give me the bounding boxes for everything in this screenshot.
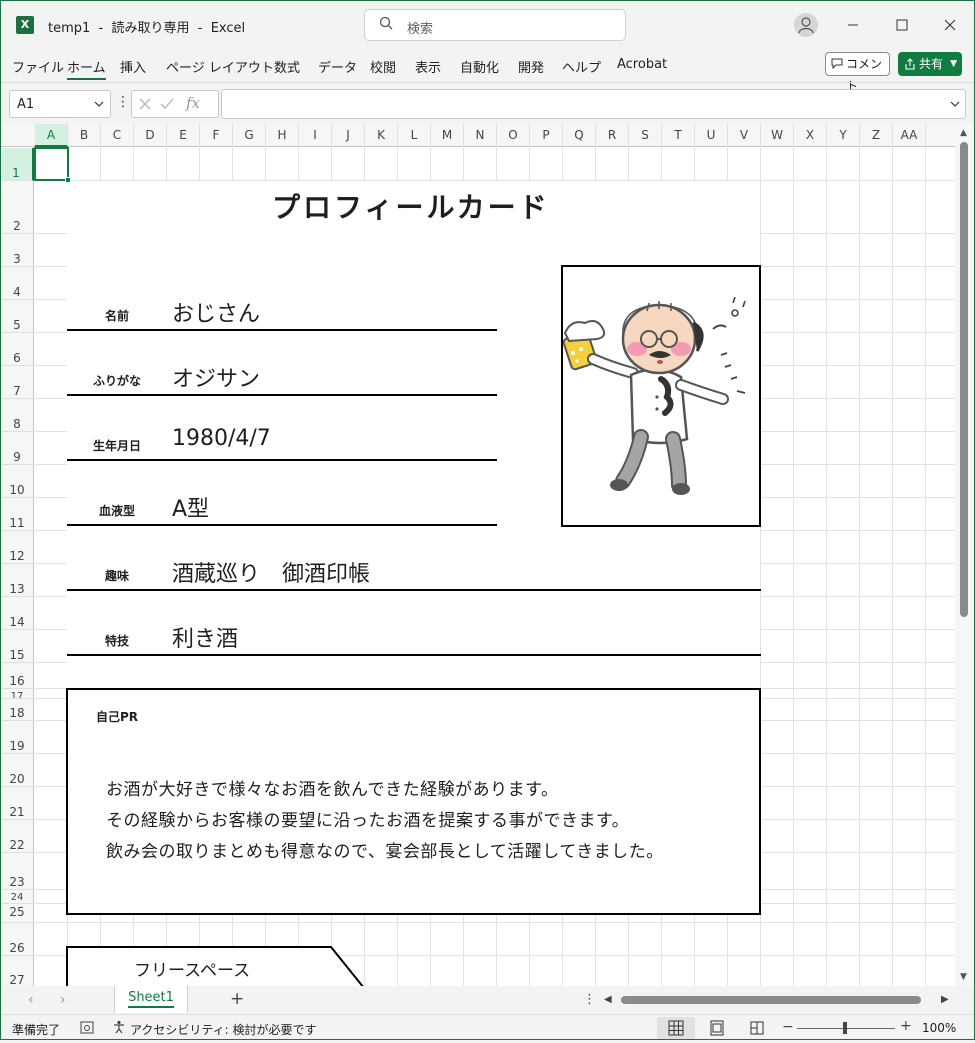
- scroll-right-icon[interactable]: ▶: [941, 994, 949, 1005]
- zoom-slider-thumb[interactable]: [843, 1022, 847, 1034]
- sheet-tab-sheet1[interactable]: Sheet1: [114, 986, 188, 1013]
- zoom-in-button[interactable]: +: [900, 1018, 912, 1034]
- tab-automate[interactable]: 自動化: [460, 57, 499, 76]
- self-pr-box: 自己PR お酒が大好きで様々なお酒を飲んできた経験があります。 その経験からお客…: [66, 688, 761, 915]
- tab-file[interactable]: ファイル: [12, 57, 64, 76]
- search-icon: [379, 16, 393, 30]
- minimize-button[interactable]: [838, 10, 868, 40]
- window-title: temp1 - 読み取り専用 - Excel: [48, 21, 246, 36]
- label-hobby: 趣味: [104, 569, 129, 583]
- page-layout-view-icon[interactable]: [709, 1020, 725, 1036]
- search-placeholder: 検索: [407, 22, 434, 37]
- free-space-label: フリースペース: [134, 961, 251, 981]
- value-furigana: オジサン: [172, 367, 261, 392]
- worksheet-grid[interactable]: A B C D E F G H I J K L M N O P Q R S T U V W X Y Z AA 1 2 3 4 5 6 7 8 9 10…: [0, 124, 975, 986]
- value-name: おじさん: [172, 302, 261, 327]
- title-bar: X temp1 - 読み取り専用 - Excel 検索: [0, 0, 975, 50]
- self-pr-text: お酒が大好きで様々なお酒を飲んできた経験があります。 その経験からお客様の要望に…: [106, 775, 664, 868]
- chevron-down-icon: ▼: [950, 59, 957, 69]
- underline: [67, 394, 497, 396]
- pr-line: お酒が大好きで様々なお酒を飲んできた経験があります。: [106, 780, 559, 800]
- expand-formula-icon[interactable]: [950, 99, 960, 109]
- underline: [67, 329, 497, 331]
- formula-tools: fx: [131, 90, 219, 118]
- pr-line: その経験からお客様の要望に沿ったお酒を提案する事ができます。: [106, 811, 630, 831]
- drunk-man-illustration: [562, 296, 746, 495]
- close-button[interactable]: [935, 10, 965, 40]
- name-box[interactable]: A1: [9, 90, 111, 118]
- tab-page-layout[interactable]: ページ レイアウト: [166, 57, 274, 76]
- sheet-tab-bar: ‹ › Sheet1 + ⋮ ◀ ▶: [0, 986, 975, 1014]
- value-birthdate: 1980/4/7: [172, 426, 271, 451]
- zoom-level[interactable]: 100%: [922, 1021, 956, 1035]
- chevron-left-icon[interactable]: ‹: [28, 992, 34, 1008]
- value-blood-type: A型: [172, 497, 210, 522]
- label-name: 名前: [104, 309, 129, 323]
- maximize-button[interactable]: [887, 10, 917, 40]
- profile-card: プロフィールカード 名前 おじさん ふりがな オジサン 生年月日 1980/4/…: [0, 124, 975, 986]
- chevron-right-icon[interactable]: ›: [60, 992, 66, 1008]
- value-hobby: 酒蔵巡り 御酒印帳: [172, 562, 371, 587]
- name-box-value: A1: [17, 97, 35, 112]
- accessibility-icon[interactable]: [112, 1020, 126, 1034]
- tab-insert[interactable]: 挿入: [120, 57, 146, 76]
- status-bar: 準備完了 アクセシビリティ: 検討が必要です − + 100%: [0, 1014, 975, 1040]
- card-title: プロフィールカード: [272, 191, 550, 224]
- label-skill: 特技: [104, 634, 129, 648]
- account-avatar-icon[interactable]: [794, 13, 818, 37]
- horizontal-scroll-thumb[interactable]: [621, 996, 921, 1004]
- fill-handle[interactable]: [65, 177, 71, 183]
- scroll-up-icon[interactable]: ▲: [960, 128, 967, 138]
- self-pr-label: 自己PR: [96, 710, 139, 724]
- insert-function-icon[interactable]: fx: [186, 94, 200, 112]
- tab-formulas[interactable]: 数式: [274, 57, 300, 76]
- ribbon-divider: [0, 82, 975, 83]
- label-blood-type: 血液型: [98, 504, 135, 518]
- chevron-down-icon: [94, 101, 104, 107]
- check-icon[interactable]: [160, 97, 174, 111]
- zoom-out-button[interactable]: −: [782, 1019, 794, 1035]
- tab-home[interactable]: ホーム: [67, 57, 106, 80]
- add-sheet-button[interactable]: +: [230, 989, 244, 1009]
- sheet-tab-label: Sheet1: [128, 990, 174, 1008]
- tab-developer[interactable]: 開発: [518, 57, 544, 76]
- cancel-icon[interactable]: [138, 97, 152, 111]
- value-skill: 利き酒: [172, 627, 239, 652]
- tab-acrobat[interactable]: Acrobat: [617, 57, 667, 72]
- tab-data[interactable]: データ: [318, 57, 357, 76]
- share-icon: [905, 58, 915, 70]
- active-cell-cursor[interactable]: [34, 147, 69, 181]
- underline: [67, 459, 497, 461]
- share-label: 共有: [919, 57, 944, 71]
- tab-view[interactable]: 表示: [415, 57, 441, 76]
- more-options-icon[interactable]: ⋮: [116, 94, 130, 110]
- underline: [67, 589, 761, 591]
- formula-input[interactable]: [221, 89, 966, 119]
- pr-line: 飲み会の取りまとめも得意なので、宴会部長として活躍してきました。: [106, 842, 664, 862]
- accessibility-status[interactable]: アクセシビリティ: 検討が必要です: [130, 1021, 317, 1038]
- normal-view-button[interactable]: [657, 1017, 695, 1039]
- comment-icon: [831, 58, 843, 69]
- label-birthdate: 生年月日: [92, 439, 141, 453]
- scroll-down-icon[interactable]: ▼: [960, 972, 967, 982]
- underline: [67, 524, 497, 526]
- tab-review[interactable]: 校閲: [370, 57, 396, 76]
- vertical-scroll-thumb[interactable]: [960, 142, 968, 617]
- tab-help[interactable]: ヘルプ: [562, 57, 601, 76]
- comment-button[interactable]: コメント: [825, 52, 890, 93]
- page-break-view-icon[interactable]: [749, 1020, 765, 1036]
- grid-view-icon: [668, 1020, 684, 1036]
- more-options-icon[interactable]: ⋮: [583, 992, 596, 1007]
- comment-label: コメント: [846, 57, 883, 93]
- scroll-left-icon[interactable]: ◀: [604, 994, 612, 1005]
- search-box[interactable]: 検索: [364, 9, 626, 41]
- profile-photo: [561, 265, 761, 527]
- excel-app-icon: X: [16, 16, 34, 34]
- status-ready: 準備完了: [12, 1023, 61, 1037]
- macro-record-icon[interactable]: [80, 1021, 94, 1034]
- share-button[interactable]: 共有 ▼: [898, 52, 962, 76]
- underline: [67, 654, 761, 656]
- label-furigana: ふりがな: [92, 374, 141, 388]
- vertical-scrollbar[interactable]: ▲ ▼: [955, 124, 975, 986]
